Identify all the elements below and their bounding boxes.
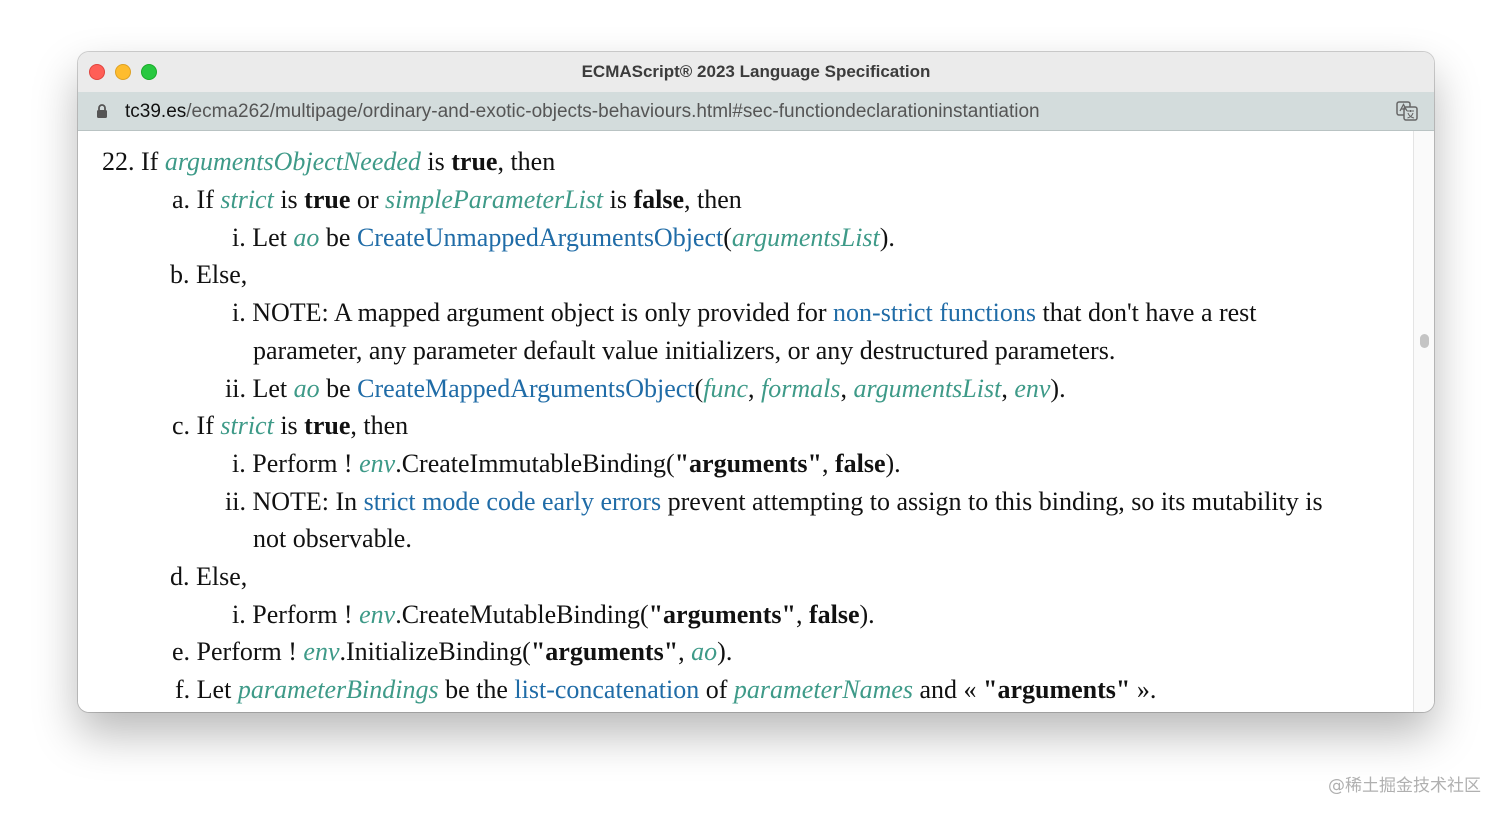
var-parameterBindings[interactable]: parameterBindings [238,675,439,704]
scrollbar-thumb[interactable] [1420,334,1429,348]
step-22c-ii-continued: not observable. [253,524,412,553]
url-host: tc39.es [125,101,187,122]
var-ao[interactable]: ao [293,223,319,252]
translate-icon[interactable] [1396,101,1418,126]
step-22a: a. If strict is true or simpleParameterL… [172,185,742,214]
address-bar[interactable]: tc39.es/ecma262/multipage/ordinary-and-e… [78,92,1434,131]
minimize-button[interactable] [115,64,131,80]
browser-window: ECMAScript® 2023 Language Specification … [78,52,1434,712]
var-env[interactable]: env [359,449,395,478]
step-22c-ii: ii. NOTE: In strict mode code early erro… [225,487,1323,516]
step-22c: c. If strict is true, then [172,411,409,440]
step-22: 22. If argumentsObjectNeeded is true, th… [102,147,556,176]
var-argumentsList[interactable]: argumentsList [853,374,1001,403]
link-CreateUnmappedArgumentsObject[interactable]: CreateUnmappedArgumentsObject [357,223,723,252]
title-bar: ECMAScript® 2023 Language Specification [78,52,1434,92]
step-22b-i-continued: parameter, any parameter default value i… [253,336,1116,365]
var-env[interactable]: env [359,600,395,629]
var-func[interactable]: func [703,374,748,403]
watermark-text: @稀土掘金技术社区 [1328,776,1481,796]
step-22b: b. Else, [170,260,248,289]
link-CreateMappedArgumentsObject[interactable]: CreateMappedArgumentsObject [357,374,694,403]
var-env[interactable]: env [303,637,339,666]
var-formals[interactable]: formals [761,374,840,403]
step-22a-i: i. Let ao be CreateUnmappedArgumentsObje… [232,223,895,252]
var-parameterNames[interactable]: parameterNames [734,675,913,704]
var-strict[interactable]: strict [220,411,273,440]
step-22d: d. Else, [170,562,248,591]
step-22e: e. Perform ! env.InitializeBinding("argu… [172,637,733,666]
var-ao[interactable]: ao [294,374,320,403]
var-simpleParameterList[interactable]: simpleParameterList [385,185,603,214]
window-title: ECMAScript® 2023 Language Specification [581,62,931,81]
link-strict-mode-code-early-errors[interactable]: strict mode code early errors [364,487,661,516]
vertical-scrollbar[interactable] [1413,131,1434,712]
step-22f: f. Let parameterBindings be the list-con… [175,675,1157,704]
var-argumentsObjectNeeded[interactable]: argumentsObjectNeeded [165,147,421,176]
link-non-strict-functions[interactable]: non-strict functions [833,298,1036,327]
var-strict[interactable]: strict [220,185,273,214]
step-22b-ii: ii. Let ao be CreateMappedArgumentsObjec… [225,374,1066,403]
url-text[interactable]: tc39.es/ecma262/multipage/ordinary-and-e… [125,101,1040,123]
var-ao[interactable]: ao [691,637,717,666]
lock-icon [96,103,108,124]
var-env[interactable]: env [1014,374,1050,403]
window-controls [89,64,157,80]
link-list-concatenation[interactable]: list-concatenation [514,675,699,704]
zoom-button[interactable] [141,64,157,80]
partial-previous-line [598,131,605,143]
step-22b-i: i. NOTE: A mapped argument object is onl… [232,298,1257,327]
step-22d-i: i. Perform ! env.CreateMutableBinding("a… [232,600,875,629]
close-button[interactable] [89,64,105,80]
step-22c-i: i. Perform ! env.CreateImmutableBinding(… [232,449,901,478]
var-argumentsList[interactable]: argumentsList [732,223,880,252]
url-path: /ecma262/multipage/ordinary-and-exotic-o… [186,101,1040,122]
spec-content[interactable]: 22. If argumentsObjectNeeded is true, th… [78,131,1413,712]
